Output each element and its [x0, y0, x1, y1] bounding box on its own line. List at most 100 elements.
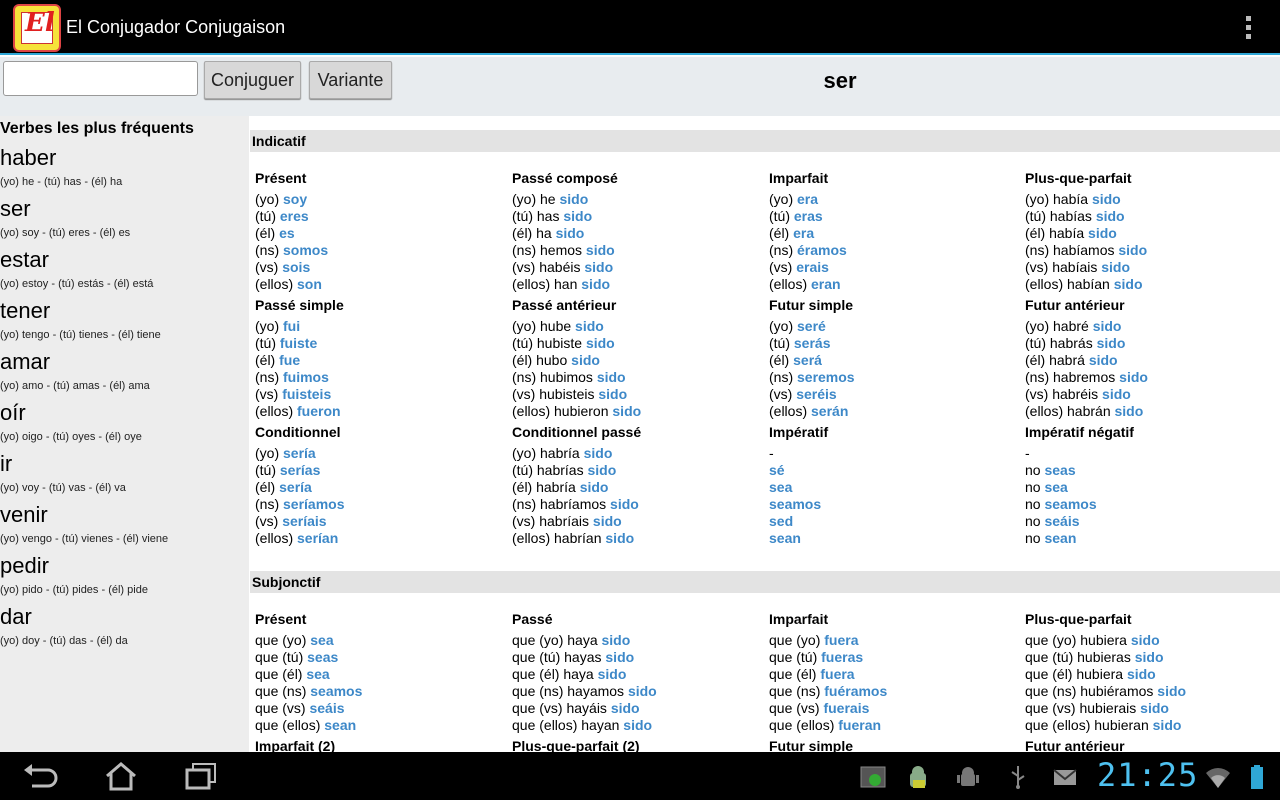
verb-form: sido — [1140, 700, 1169, 716]
pronoun-prefix: (ellos) han — [512, 276, 582, 292]
conjugation-line: (yo) sería — [255, 445, 505, 462]
verb-form: fuimos — [283, 369, 329, 385]
pronoun-prefix: (ns) habíamos — [1025, 242, 1119, 258]
verb-form: eres — [279, 208, 309, 224]
verb-name: haber — [0, 145, 57, 170]
pronoun-prefix: - — [769, 445, 774, 461]
pronoun-prefix: (vs) — [769, 386, 797, 402]
sidebar-verb-item[interactable]: tener (yo) tengo - (tú) tienes - (él) tie… — [0, 298, 249, 349]
pronoun-prefix: (ns) — [255, 242, 283, 258]
verb-form: sido — [563, 208, 593, 224]
sidebar-verb-item[interactable]: pedir (yo) pido - (tú) pides - (él) pide — [0, 553, 249, 604]
pronoun-prefix: (vs) habéis — [512, 259, 585, 275]
tense-title: Plus-que-parfait — [1025, 611, 1132, 627]
verb-form: seríamos — [283, 496, 345, 512]
pronoun-prefix: (él) — [255, 352, 280, 368]
pronoun-prefix: que (ellos) — [769, 717, 839, 733]
verb-form: sido — [1126, 666, 1156, 682]
sidebar-verb-item[interactable]: haber (yo) he - (tú) has - (él) ha — [0, 145, 249, 196]
conjugation-line: sea — [769, 479, 1019, 496]
screenshot-icon — [860, 766, 886, 788]
sidebar-verb-item[interactable]: ir (yo) voy - (tú) vas - (él) va — [0, 451, 249, 502]
sidebar-verb-item[interactable]: amar (yo) amo - (tú) amas - (él) ama — [0, 349, 249, 400]
conjugation-line: que (ellos) sean — [255, 717, 505, 734]
conjugation-line: (yo) fui — [255, 318, 505, 335]
pronoun-prefix: (tú) hubiste — [512, 335, 586, 351]
action-bar: El El Conjugador Conjugaison — [0, 0, 1280, 55]
sidebar-verb-item[interactable]: venir (yo) vengo - (tú) vienes - (él) vie… — [0, 502, 249, 553]
conjugation-line: (vs) habíais sido — [1025, 259, 1275, 276]
conjugation-line: que (él) fuera — [769, 666, 1019, 683]
conjugation-line: (ellos) han sido — [512, 276, 762, 293]
sidebar-verb-item[interactable]: estar (yo) estoy - (tú) estás - (él) está — [0, 247, 249, 298]
current-verb-title: ser — [823, 68, 857, 93]
back-icon[interactable] — [20, 760, 60, 792]
conjugation-line: sé — [769, 462, 1019, 479]
verb-preview-forms: (yo) estoy - (tú) estás - (él) está — [0, 278, 154, 290]
conjugation-line: (tú) fuiste — [255, 335, 505, 352]
conjugation-line: (vs) habréis sido — [1025, 386, 1275, 403]
verb-form: seáis — [309, 700, 345, 716]
conjugation-line: (ns) habíamos sido — [1025, 242, 1275, 259]
sidebar-verb-item[interactable]: ser (yo) soy - (tú) eres - (él) es — [0, 196, 249, 247]
pronoun-prefix: (yo) — [255, 318, 283, 334]
verb-form: erais — [796, 259, 829, 275]
verb-form: seas — [1044, 462, 1076, 478]
conjugation-line: que (ellos) hayan sido — [512, 717, 762, 734]
sidebar-verb-item[interactable]: dar (yo) doy - (tú) das - (él) da — [0, 604, 249, 655]
sidebar-title: Verbes les plus fréquents — [0, 120, 194, 137]
pronoun-prefix: que (él) — [255, 666, 307, 682]
verb-form: somos — [283, 242, 329, 258]
verb-form: sido — [559, 191, 589, 207]
verb-search-input[interactable] — [3, 61, 198, 96]
tense-title: Futur antérieur — [1025, 297, 1125, 313]
pronoun-prefix: que (él) hubiera — [1025, 666, 1127, 682]
mail-icon — [1053, 769, 1077, 785]
tense-title: Impératif négatif — [1025, 424, 1134, 440]
verb-name: pedir — [0, 553, 49, 578]
home-icon[interactable] — [101, 760, 141, 792]
tense-block: Passé antérieur (yo) hube sido (tú) hubist… — [512, 297, 762, 420]
conjugation-line: (tú) serías — [255, 462, 505, 479]
pronoun-prefix: (yo) — [255, 445, 283, 461]
conjugation-line: (yo) soy — [255, 191, 505, 208]
verb-form: serás — [793, 335, 831, 351]
conjugation-line: no sean — [1025, 530, 1275, 547]
section-header: Indicatif — [250, 130, 1280, 152]
verb-form: sido — [1088, 352, 1118, 368]
tense-block: Présent (yo) soy (tú) eres (él) es (ns) somo… — [255, 170, 505, 293]
conjugation-line: que (ns) hubiéramos sido — [1025, 683, 1275, 700]
pronoun-prefix: (él) ha — [512, 225, 556, 241]
tense-block: Futur antérieur — [1025, 738, 1275, 752]
verb-form: sido — [605, 530, 635, 546]
verb-preview-forms: (yo) soy - (tú) eres - (él) es — [0, 227, 131, 239]
variant-button[interactable]: Variante — [309, 61, 392, 99]
tense-block: Passé simple (yo) fui (tú) fuiste (él) fue(… — [255, 297, 505, 420]
conjugation-line: seamos — [769, 496, 1019, 513]
conjugation-line: (ns) éramos — [769, 242, 1019, 259]
search-toolbar: Conjuguer Variante ser — [0, 57, 1280, 116]
tense-title: Imparfait (2) — [255, 738, 336, 752]
conjugation-line: que (ellos) fueran — [769, 717, 1019, 734]
verb-form: sido — [571, 352, 600, 368]
wifi-icon — [1206, 768, 1230, 788]
conjugation-line: (vs) hubisteis sido — [512, 386, 762, 403]
conjugation-line: que (vs) hayáis sido — [512, 700, 762, 717]
sidebar-verb-item[interactable]: oír (yo) oigo - (tú) oyes - (él) oye — [0, 400, 249, 451]
verb-form: sido — [627, 683, 657, 699]
conjugation-line: (vs) seréis — [769, 386, 1019, 403]
overflow-menu-icon[interactable] — [1240, 14, 1256, 42]
pronoun-prefix: que (ellos) hayan — [512, 717, 624, 733]
conjugation-line: (tú) has sido — [512, 208, 762, 225]
verb-name: tener — [0, 298, 51, 323]
verb-form: sido — [581, 276, 611, 292]
pronoun-prefix: que (vs) — [255, 700, 310, 716]
conjugation-line: que (yo) hubiera sido — [1025, 632, 1275, 649]
conjugation-line: (ellos) habrían sido — [512, 530, 762, 547]
conjugation-panel: Indicatif Présent (yo) soy (tú) eres (él) es… — [250, 116, 1280, 752]
verb-form: sido — [623, 717, 653, 733]
battery-icon — [1251, 765, 1263, 789]
conjugate-button[interactable]: Conjuguer — [204, 61, 301, 99]
recent-apps-icon[interactable] — [181, 760, 221, 792]
tense-block: Plus-que-parfait (yo) había sido (tú) habí… — [1025, 170, 1275, 293]
